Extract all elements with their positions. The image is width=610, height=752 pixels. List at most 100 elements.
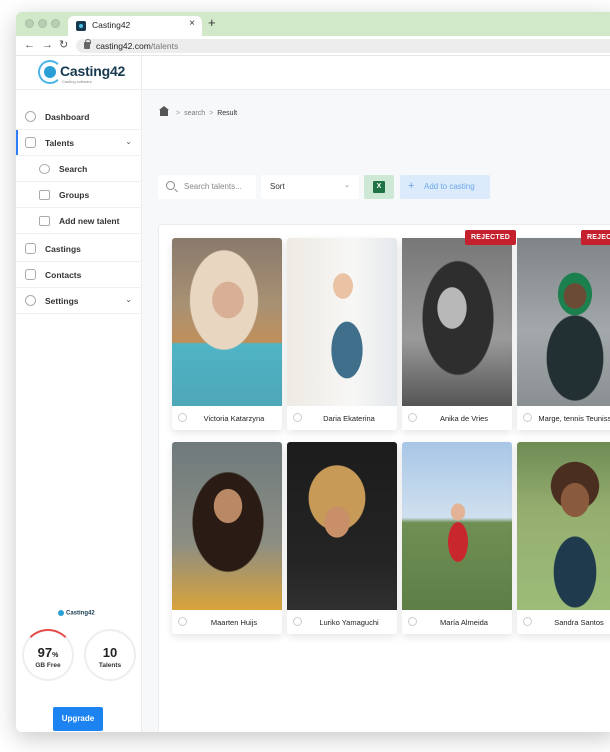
forward-arrow-icon[interactable]: →	[42, 39, 53, 51]
talent-name: María Almeida	[440, 618, 488, 627]
talent-photo[interactable]	[172, 238, 282, 406]
sidebar-subitem-groups[interactable]: Groups	[16, 182, 142, 208]
talent-card[interactable]: Marge, tennis Teunissen REJECTED	[517, 230, 610, 430]
main-content: > search > Result Search talents... Sort ⌄ …	[142, 56, 610, 732]
talent-name: Victoria Katarzyna	[203, 414, 265, 423]
sidebar-subitem-search[interactable]: Search	[16, 156, 142, 182]
talent-card[interactable]: Sandra Santos	[517, 442, 610, 634]
breadcrumb-item-result: Result	[217, 110, 238, 117]
talent-card[interactable]: María Almeida	[402, 442, 512, 634]
sidebar-item-contacts[interactable]: Contacts	[16, 262, 142, 288]
sidebar-item-label: Castings	[45, 244, 81, 254]
sidebar-item-label: Dashboard	[45, 112, 90, 122]
lock-icon	[84, 39, 91, 49]
talent-card[interactable]: Daria Ekaterina	[287, 238, 397, 430]
home-icon[interactable]	[159, 106, 169, 117]
talent-photo[interactable]	[287, 238, 397, 406]
upgrade-button[interactable]: Upgrade	[53, 707, 103, 731]
window-close-dot[interactable]	[25, 19, 34, 28]
add-square-icon	[39, 216, 50, 226]
talent-name: Anika de Vries	[439, 414, 489, 423]
tab-close-icon[interactable]: ×	[189, 18, 195, 29]
sidebar: Casting42 Casting software Dashboard Tal…	[16, 56, 142, 732]
add-to-casting-button[interactable]: + Add to casting	[400, 175, 490, 199]
plus-icon: +	[408, 180, 415, 192]
browser-tab-bar: Casting42 × +	[16, 12, 610, 36]
storage-gauge: 97% GB Free	[22, 629, 74, 681]
search-placeholder: Search talents...	[184, 182, 242, 191]
chevron-down-icon: ⌄	[125, 295, 132, 304]
mini-logo-text: Casting42	[66, 610, 95, 617]
talent-photo[interactable]	[287, 442, 397, 610]
url-path: /talents	[150, 41, 179, 51]
chevron-down-icon: ⌄	[125, 137, 132, 146]
sidebar-item-label: Add new talent	[59, 216, 120, 226]
sort-select[interactable]: Sort ⌄	[261, 175, 359, 199]
logo-text: Casting42	[60, 63, 126, 79]
window-minimize-dot[interactable]	[38, 19, 47, 28]
url-host: casting42.com	[96, 41, 151, 51]
sort-label: Sort	[270, 182, 285, 191]
talent-card[interactable]: Victoria Katarzyna	[172, 238, 282, 430]
talent-name: Marge, tennis Teunissen	[538, 414, 610, 423]
talent-name: Maarten Huijs	[210, 618, 258, 627]
chevron-down-icon: ⌄	[344, 182, 350, 189]
top-header	[142, 56, 610, 90]
sidebar-item-label: Settings	[45, 296, 79, 306]
talents-count-value: 10	[102, 645, 118, 660]
back-arrow-icon[interactable]: ←	[24, 39, 35, 51]
talents-icon	[25, 137, 36, 148]
sidebar-item-dashboard[interactable]: Dashboard	[16, 104, 142, 130]
storage-unit: %	[52, 652, 59, 659]
talent-grid: Victoria Katarzyna Daria Ekaterina Anika…	[158, 224, 610, 732]
sidebar-item-settings[interactable]: Settings ⌄	[16, 288, 142, 314]
favicon-icon	[76, 21, 86, 31]
search-icon	[39, 164, 50, 174]
logo-subtext: Casting software	[62, 79, 92, 84]
sidebar-subitem-add-new-talent[interactable]: Add new talent	[16, 208, 142, 234]
trophy-icon	[25, 243, 36, 254]
talent-photo[interactable]	[402, 238, 512, 406]
storage-label: GB Free	[35, 662, 61, 669]
talent-card[interactable]: Anika de Vries REJECTED	[402, 230, 516, 430]
talent-card[interactable]: Luriko Yamaguchi	[287, 442, 397, 634]
window-zoom-dot[interactable]	[51, 19, 60, 28]
breadcrumb-item-search[interactable]: search	[184, 110, 205, 117]
gear-icon	[25, 295, 36, 306]
sidebar-item-talents[interactable]: Talents ⌄	[16, 130, 142, 156]
url-field[interactable]: casting42.com/talents	[76, 39, 610, 53]
tab-title: Casting42	[92, 20, 131, 30]
address-bar: ← → ↻ casting42.com/talents	[16, 36, 610, 56]
browser-tab[interactable]: Casting42 ×	[68, 16, 202, 36]
talent-photo[interactable]	[172, 442, 282, 610]
storage-value: 97	[37, 645, 53, 660]
talents-count-gauge: 10 Talents	[84, 629, 136, 681]
breadcrumb-separator: >	[176, 110, 181, 117]
talent-name: Daria Ekaterina	[323, 414, 375, 423]
mini-logo: Casting42	[58, 610, 95, 617]
sidebar-item-label: Contacts	[45, 270, 82, 280]
search-input[interactable]: Search talents...	[158, 175, 256, 199]
talent-photo[interactable]	[402, 442, 512, 610]
talent-photo[interactable]	[517, 238, 610, 406]
reload-icon[interactable]: ↻	[59, 39, 68, 51]
folder-icon	[39, 190, 50, 200]
contacts-icon	[25, 269, 36, 280]
breadcrumb: > search > Result	[159, 106, 238, 117]
add-to-casting-label: Add to casting	[424, 182, 475, 191]
talent-name: Luriko Yamaguchi	[319, 618, 379, 627]
breadcrumb-separator: >	[209, 110, 214, 117]
dashboard-icon	[25, 111, 36, 122]
mini-logo-icon	[58, 610, 64, 616]
app-logo[interactable]: Casting42 Casting software	[16, 56, 142, 90]
new-tab-icon[interactable]: +	[208, 16, 216, 30]
talent-card[interactable]: Maarten Huijs	[172, 442, 282, 634]
export-excel-button[interactable]: X	[364, 175, 394, 199]
logo-dot-icon	[44, 66, 56, 78]
talent-photo[interactable]	[517, 442, 610, 610]
search-icon	[166, 181, 175, 190]
sidebar-item-label: Groups	[59, 190, 90, 200]
status-badge: REJECTED	[465, 230, 516, 245]
sidebar-item-castings[interactable]: Castings	[16, 236, 142, 262]
sidebar-item-label: Talents	[45, 138, 75, 148]
